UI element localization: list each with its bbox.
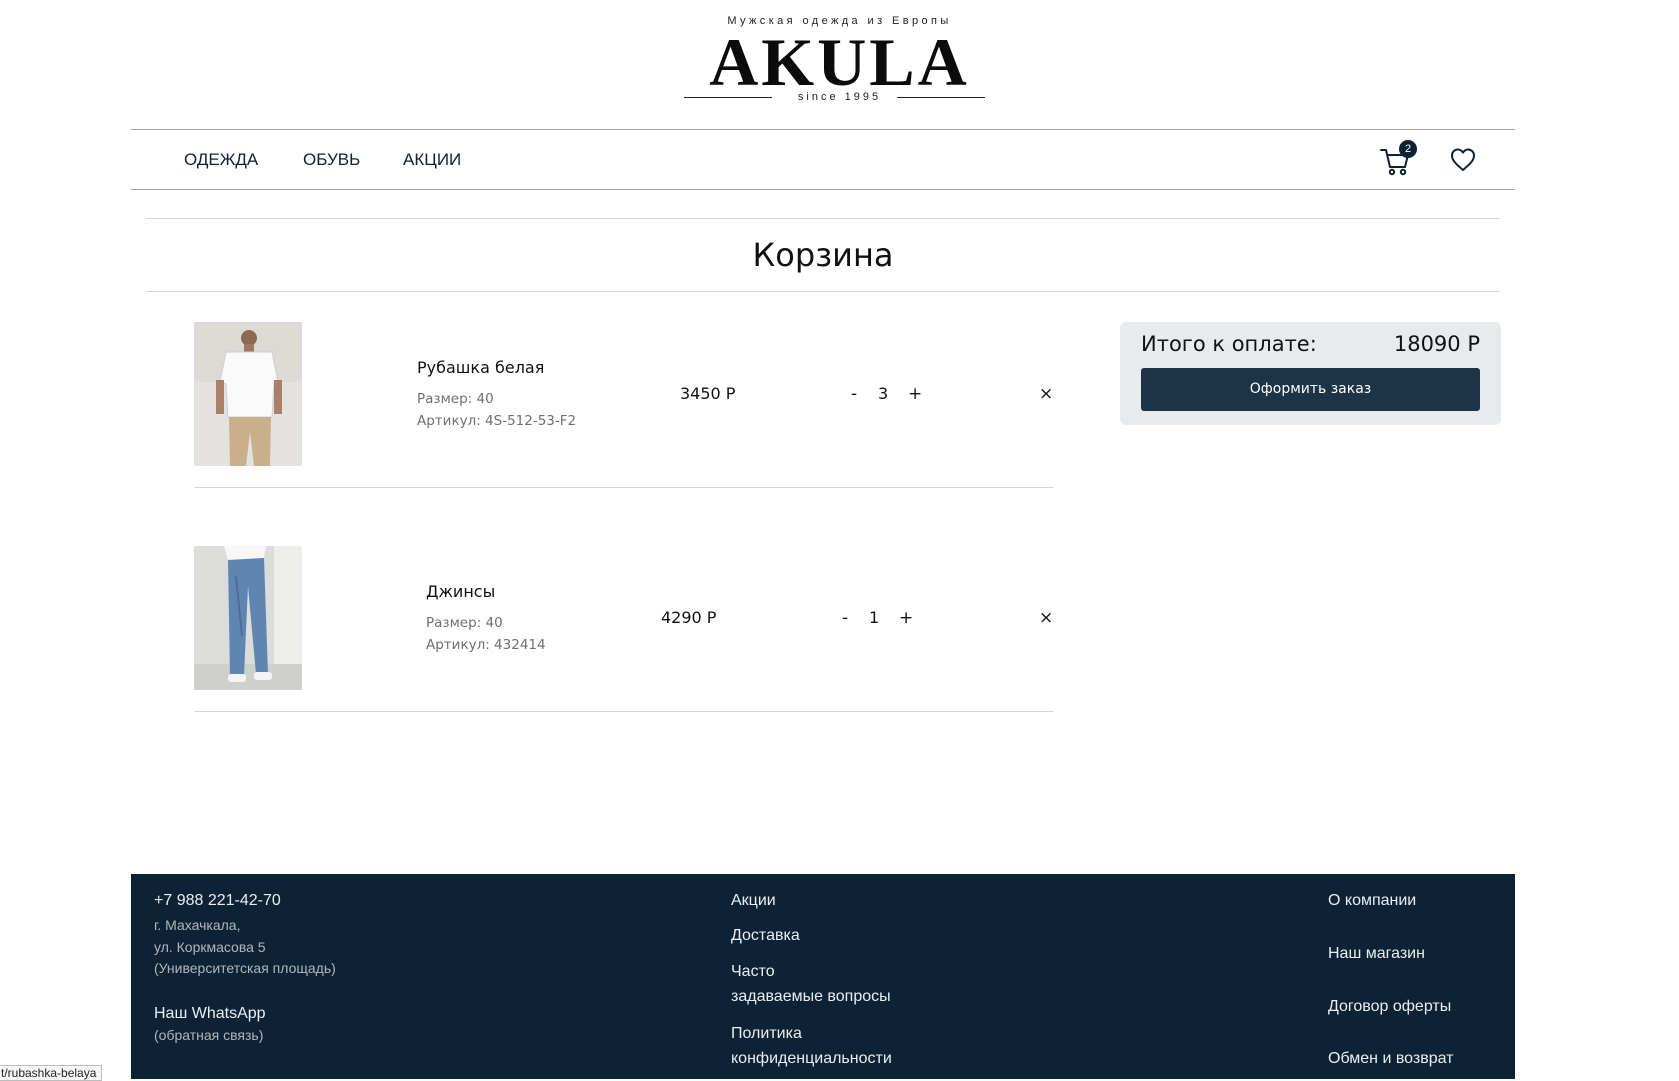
footer-address-line: ул. Коркмасова 5: [154, 939, 266, 955]
remove-item-button[interactable]: ×: [1039, 608, 1053, 628]
footer-phone[interactable]: +7 988 221-42-70: [154, 888, 281, 914]
qty-increase-button[interactable]: +: [899, 608, 913, 628]
nav-link-shoes[interactable]: ОБУВЬ: [303, 150, 360, 170]
nav-divider-top: [131, 129, 1515, 130]
footer-link-promotions[interactable]: Акции: [731, 888, 776, 914]
footer-link-privacy-line2[interactable]: конфиденциальности: [731, 1046, 892, 1072]
item-name[interactable]: Рубашка белая: [417, 358, 544, 378]
item-name[interactable]: Джинсы: [426, 582, 495, 602]
title-divider-top: [146, 218, 1500, 219]
nav-link-clothing[interactable]: ОДЕЖДА: [184, 150, 258, 170]
footer-link-faq[interactable]: Часто: [731, 959, 775, 985]
total-value: 18090 Р: [1393, 332, 1480, 356]
title-divider-bottom: [146, 291, 1500, 292]
footer-link-delivery[interactable]: Доставка: [731, 923, 800, 949]
remove-item-button[interactable]: ×: [1039, 384, 1053, 404]
item-price: 3450 Р: [680, 384, 736, 403]
footer-link-privacy[interactable]: Политика: [731, 1021, 802, 1047]
favorites-button[interactable]: [1448, 145, 1478, 175]
checkout-button[interactable]: Оформить заказ: [1141, 368, 1480, 411]
footer-address-line: (Университетская площадь): [154, 960, 336, 976]
cart-count-badge: 2: [1399, 140, 1417, 158]
footer-link-offer-agreement[interactable]: Договор оферты: [1328, 994, 1451, 1020]
footer-link-about[interactable]: О компании: [1328, 888, 1416, 914]
qty-decrease-button[interactable]: -: [842, 608, 848, 628]
heart-icon: [1451, 148, 1475, 171]
item-size: Размер: 40: [417, 391, 494, 407]
footer-link-returns[interactable]: Обмен и возврат: [1328, 1046, 1453, 1072]
footer-address-line: г. Махачкала,: [154, 917, 241, 933]
qty-decrease-button[interactable]: -: [851, 384, 857, 404]
qty-value: 3: [878, 384, 889, 403]
footer-link-faq-line2[interactable]: задаваемые вопросы: [731, 984, 891, 1010]
brand-logo[interactable]: AKULA: [0, 26, 1679, 98]
nav-link-promotions[interactable]: АКЦИИ: [403, 150, 461, 170]
total-label: Итого к оплате:: [1141, 332, 1317, 356]
page-title: Корзина: [752, 236, 894, 274]
item-price: 4290 Р: [661, 608, 717, 627]
item-sku: Артикул: 4S-512-53-F2: [417, 413, 577, 429]
brand-since: since 1995: [797, 91, 882, 103]
product-image-jeans[interactable]: [194, 546, 302, 690]
footer-whatsapp-note: (обратная связь): [154, 1027, 264, 1043]
nav-divider-bottom: [131, 189, 1515, 190]
item-sku: Артикул: 432414: [426, 637, 546, 653]
footer-link-store[interactable]: Наш магазин: [1328, 941, 1425, 967]
product-image-shirt[interactable]: [194, 322, 302, 466]
item-size: Размер: 40: [426, 615, 503, 631]
item-divider: [194, 487, 1054, 488]
qty-increase-button[interactable]: +: [908, 384, 922, 404]
item-divider: [194, 711, 1054, 712]
qty-value: 1: [869, 608, 880, 627]
